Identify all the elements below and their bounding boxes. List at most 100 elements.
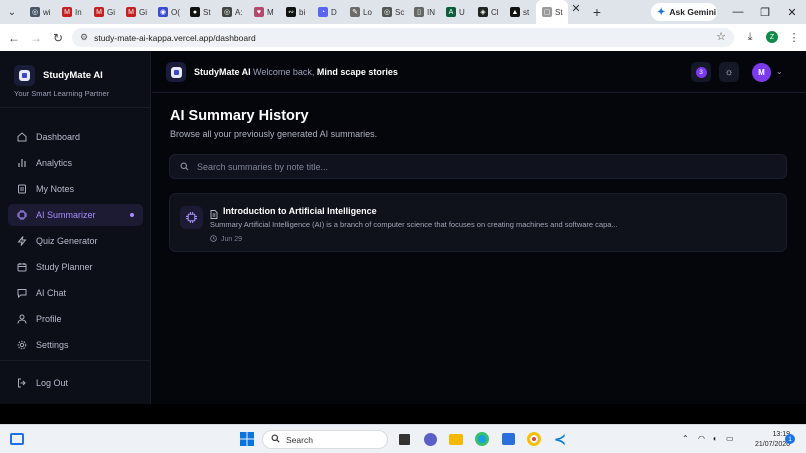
taskbar-search[interactable]: Search bbox=[262, 430, 388, 449]
browser-tab[interactable]: ▯ IN bbox=[408, 0, 440, 24]
tab-favicon-icon: ● bbox=[190, 7, 200, 17]
kebab-menu-icon: ⋮ bbox=[788, 31, 800, 44]
tab-title: In bbox=[75, 7, 82, 17]
browser-tab[interactable]: ▲ st bbox=[504, 0, 536, 24]
browser-tab[interactable]: AU bbox=[440, 0, 472, 24]
tab-favicon-icon: ▲ bbox=[510, 7, 520, 17]
restore-button[interactable]: ❐ bbox=[751, 0, 779, 24]
notifications-button[interactable]: 3 bbox=[691, 62, 711, 82]
home-icon bbox=[17, 132, 27, 142]
reload-button[interactable]: ↻ bbox=[47, 27, 69, 49]
forward-button[interactable]: → bbox=[25, 27, 47, 49]
sidebar-item-analytics[interactable]: Analytics bbox=[8, 152, 143, 174]
sidebar-item-label: Settings bbox=[36, 340, 69, 350]
app-header: StudyMate AI Welcome back, Mind scape st… bbox=[152, 51, 806, 93]
clock-icon bbox=[210, 235, 217, 244]
browser-tab[interactable]: M Gi bbox=[88, 0, 120, 24]
browser-tab[interactable]: M Gi bbox=[120, 0, 152, 24]
taskbar-search-label: Search bbox=[286, 434, 313, 445]
tab-title: Gi bbox=[139, 7, 147, 17]
file-explorer-button[interactable] bbox=[447, 430, 465, 448]
url-text: study-mate-ai-kappa.vercel.app/dashboard bbox=[94, 32, 256, 43]
browser-tab[interactable]: ◔ D bbox=[312, 0, 344, 24]
browser-tab[interactable]: ✎ Lo bbox=[344, 0, 376, 24]
gear-icon bbox=[17, 340, 27, 350]
browser-tab[interactable]: ◉ O( bbox=[152, 0, 184, 24]
sidebar-item-profile[interactable]: Profile bbox=[8, 308, 143, 330]
theme-toggle-button[interactable]: ☼ bbox=[719, 62, 739, 82]
browser-tab[interactable]: ◎ Sc bbox=[376, 0, 408, 24]
browser-tab[interactable]: ♥ M bbox=[248, 0, 280, 24]
ask-gemini-button[interactable]: ✦ Ask Gemini bbox=[651, 3, 717, 21]
tab-title: D bbox=[331, 7, 337, 17]
site-settings-icon[interactable]: ⚙ bbox=[80, 32, 88, 43]
close-icon: ✕ bbox=[787, 6, 797, 19]
browser-tab[interactable]: ● St bbox=[184, 0, 216, 24]
notification-count-badge: 3 bbox=[695, 66, 707, 78]
new-tab-button[interactable]: + bbox=[588, 3, 606, 21]
start-button[interactable] bbox=[238, 430, 256, 448]
sidebar-item-ai-chat[interactable]: AI Chat bbox=[8, 282, 143, 304]
sidebar-item-label: My Notes bbox=[36, 184, 75, 194]
tab-favicon-icon: M bbox=[94, 7, 104, 17]
sun-icon: ☼ bbox=[724, 66, 734, 78]
sidebar-item-quiz-generator[interactable]: Quiz Generator bbox=[8, 230, 143, 252]
sidebar-item-my-notes[interactable]: My Notes bbox=[8, 178, 143, 200]
edge-button[interactable] bbox=[473, 430, 491, 448]
task-view-icon bbox=[398, 433, 410, 445]
tab-search-button[interactable]: ⌄ bbox=[0, 0, 24, 24]
sidebar-item-study-planner[interactable]: Study Planner bbox=[8, 256, 143, 278]
summary-card[interactable]: Introduction to Artificial Intelligence S… bbox=[169, 193, 787, 252]
sidebar-brand[interactable]: StudyMate AI bbox=[14, 65, 103, 86]
tab-title: A: bbox=[235, 7, 243, 17]
sidebar-item-settings[interactable]: Settings bbox=[8, 334, 143, 356]
tab-title: St bbox=[555, 7, 563, 17]
sidebar-item-label: Profile bbox=[36, 314, 62, 324]
chat-app-button[interactable] bbox=[421, 430, 439, 448]
battery-icon[interactable]: ▭ bbox=[726, 434, 734, 443]
search-input[interactable] bbox=[197, 161, 757, 172]
browser-menu-button[interactable]: ⋮ bbox=[783, 26, 805, 48]
close-icon: ✕ bbox=[571, 2, 581, 15]
close-window-button[interactable]: ✕ bbox=[778, 0, 806, 24]
widgets-icon bbox=[10, 433, 24, 445]
tab-title: st bbox=[523, 7, 530, 17]
vscode-button[interactable]: ≺ bbox=[551, 430, 569, 448]
sidebar-item-dashboard[interactable]: Dashboard bbox=[8, 126, 143, 148]
browser-tab[interactable]: ◎ A: bbox=[216, 0, 248, 24]
back-button[interactable]: ← bbox=[3, 27, 25, 49]
chevron-down-icon[interactable]: ⌄ bbox=[776, 67, 783, 76]
user-avatar[interactable]: M bbox=[752, 63, 771, 82]
profile-button[interactable]: Z bbox=[761, 26, 783, 48]
browser-tab[interactable]: ∾ bi bbox=[280, 0, 312, 24]
taskview-button[interactable] bbox=[395, 430, 413, 448]
search-icon bbox=[271, 434, 280, 445]
bookmark-star-icon[interactable]: ☆ bbox=[716, 30, 726, 43]
volume-icon[interactable]: ◖ bbox=[712, 434, 717, 443]
summary-date: Jun 29 bbox=[210, 235, 242, 244]
chevron-up-icon[interactable]: ⌃ bbox=[682, 434, 689, 443]
chrome-button[interactable] bbox=[525, 430, 543, 448]
minimize-button[interactable]: — bbox=[724, 0, 752, 24]
summary-date-text: Jun 29 bbox=[221, 236, 243, 243]
tab-favicon-icon: ∾ bbox=[286, 7, 296, 17]
welcome-message: Welcome back, Mind scape stories bbox=[253, 67, 398, 77]
close-tab-button[interactable]: ✕ bbox=[568, 0, 584, 16]
widgets-button[interactable] bbox=[8, 430, 26, 448]
browser-tab[interactable]: ▢ St bbox=[536, 0, 568, 24]
wifi-icon[interactable]: ◠ bbox=[698, 434, 705, 443]
tab-favicon-icon: ◉ bbox=[158, 7, 168, 17]
browser-tab[interactable]: ◈ Cl bbox=[472, 0, 504, 24]
downloads-button[interactable]: ⤓ bbox=[739, 26, 761, 48]
app-logo-icon bbox=[14, 65, 35, 86]
browser-tab[interactable]: ◎ wi bbox=[24, 0, 56, 24]
store-icon bbox=[501, 433, 515, 445]
store-button[interactable] bbox=[499, 430, 517, 448]
brand-tagline: Your Smart Learning Partner bbox=[14, 89, 110, 98]
logout-button[interactable]: Log Out bbox=[8, 372, 143, 394]
browser-tab[interactable]: M In bbox=[56, 0, 88, 24]
tab-title: Cl bbox=[491, 7, 499, 17]
notification-center-badge[interactable]: 1 bbox=[785, 434, 795, 444]
address-bar[interactable]: ⚙ study-mate-ai-kappa.vercel.app/dashboa… bbox=[72, 28, 734, 47]
sidebar-item-ai-summarizer[interactable]: AI Summarizer bbox=[8, 204, 143, 226]
